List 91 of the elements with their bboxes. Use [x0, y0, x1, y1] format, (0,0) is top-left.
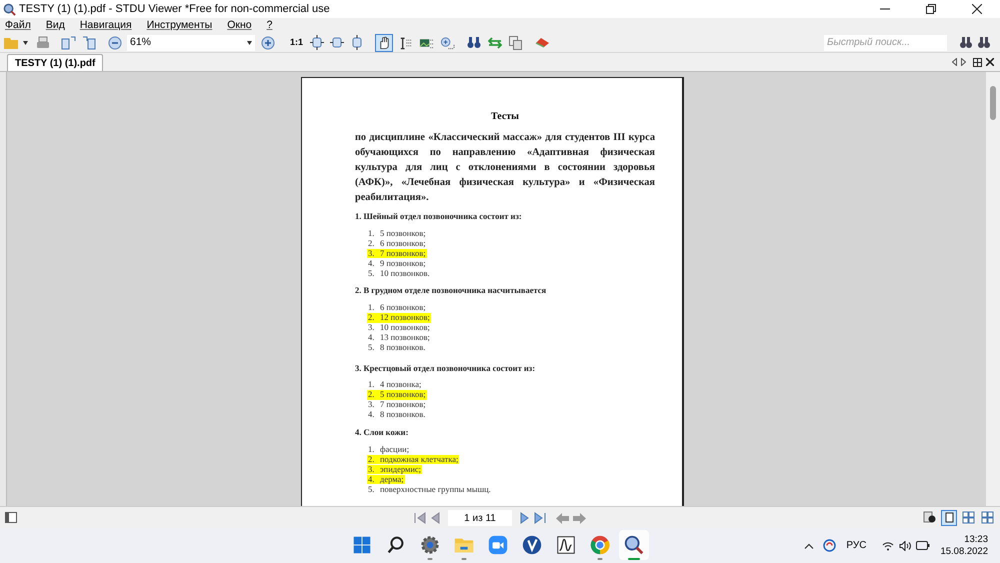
single-page-view-button[interactable]: [941, 510, 957, 526]
gear-icon: [419, 534, 441, 556]
document-intro: по дисциплине «Классический массаж» для студентов III курса обучающихся по направлению «Адаптивная физическая культура для лиц с отклонениями в состоянии здоровья (АФК)», «Лечебная физическая культура» и «Физическая реабилитация».: [355, 131, 655, 205]
caret-icon[interactable]: [23, 40, 28, 44]
page-number-field[interactable]: 1 из 11: [448, 510, 512, 526]
fit-page-icon[interactable]: [310, 35, 324, 50]
binoculars-icon[interactable]: [467, 36, 482, 48]
answer-option: 2. 6 позвонков;: [367, 238, 427, 248]
answer-option: 5. поверхностные группы мышц.: [367, 484, 492, 494]
quick-search-field[interactable]: Быстрый поиск...: [824, 34, 947, 50]
copy-icon[interactable]: [509, 36, 522, 50]
fit-height-icon[interactable]: [350, 35, 364, 50]
fit-width-icon[interactable]: [330, 35, 344, 50]
tab-right-icon[interactable]: [961, 58, 966, 66]
find-next-icon[interactable]: [978, 36, 992, 48]
tile-icon[interactable]: [973, 58, 982, 66]
menu-item[interactable]: Инструменты: [146, 18, 212, 34]
caret-icon: [247, 40, 252, 44]
browser-icon: [589, 534, 611, 556]
document-tab[interactable]: TESTY (1) (1).pdf: [7, 54, 104, 71]
last-page-icon[interactable]: [534, 512, 546, 524]
highlighted-answer: 3. эпидермис;: [367, 464, 422, 474]
close-tab-icon[interactable]: [986, 58, 994, 66]
print-icon[interactable]: [36, 36, 50, 50]
sync-icon[interactable]: [823, 539, 836, 552]
chevron-up-icon[interactable]: [804, 542, 814, 548]
panel-toggle-icon[interactable]: [5, 512, 17, 523]
magnifier-taskbar-button[interactable]: [619, 530, 649, 560]
letter-v-icon: [521, 534, 543, 556]
question-text: 1. Шейный отдел позвоночника состоит из:: [355, 210, 523, 223]
zoom-in-icon[interactable]: [261, 36, 275, 50]
page-icon[interactable]: [61, 36, 76, 50]
language-indicator[interactable]: РУС: [846, 538, 866, 553]
answer-option: 4. 9 позвонков;: [367, 258, 427, 268]
swap-arrows-icon[interactable]: [488, 36, 502, 48]
hand-tool-button[interactable]: [375, 34, 394, 52]
window-title: TESTY (1) (1).pdf - STDU Viewer *Free for non-commercial use: [19, 2, 330, 17]
clock-date[interactable]: 15.08.2022: [940, 546, 988, 558]
clock-time[interactable]: 13:23: [964, 534, 988, 546]
answer-option: 1. фасции;: [367, 444, 410, 454]
page-icon[interactable]: [82, 36, 97, 50]
waveform-chart-icon: [555, 534, 577, 556]
zoom-select-icon: [440, 36, 455, 50]
answer-option: 1. 5 позвонков;: [367, 228, 427, 238]
menu-item[interactable]: Окно: [227, 18, 252, 34]
next-page-icon[interactable]: [520, 512, 530, 524]
menu-item[interactable]: Вид: [46, 18, 65, 34]
previous-page-icon[interactable]: [430, 512, 440, 524]
magnifier-icon: [623, 534, 645, 556]
eraser-icon[interactable]: [535, 37, 550, 48]
answer-option: 3. 10 позвонков;: [367, 323, 431, 332]
battery-icon[interactable]: [916, 541, 930, 550]
video-camera-icon: [487, 534, 509, 556]
highlighted-answer: 2. подкожная клетчатка;: [367, 454, 460, 464]
answer-option: 5. 10 позвонков.: [367, 268, 431, 278]
restore-icon: [926, 4, 936, 14]
tab-left-icon[interactable]: [952, 58, 957, 66]
menu-item[interactable]: Навигация: [80, 18, 132, 34]
multi-page-view-button[interactable]: [979, 510, 995, 526]
answer-option: 1. 4 позвонка;: [367, 380, 422, 390]
close-icon: [972, 4, 982, 14]
menu-item[interactable]: ?: [266, 18, 272, 34]
four-pages-icon: [980, 511, 994, 524]
app-icon: [3, 2, 16, 16]
actual-size-button[interactable]: 1:1: [290, 36, 304, 50]
question-text: 2. В грудном отделе позвоночника насчитывается: [355, 284, 548, 297]
highlighted-answer: 2. 12 позвонков;: [367, 313, 431, 322]
menu-item[interactable]: Файл: [5, 18, 31, 34]
zoom-out-icon[interactable]: [108, 36, 122, 50]
question-text: 3. Крестцовый отдел позвоночника состоит из:: [355, 362, 536, 374]
answer-option: 1. 6 позвонков;: [367, 303, 427, 312]
answer-option: 4. 8 позвонков.: [367, 410, 426, 420]
highlighted-answer: 4. дерма;: [367, 474, 405, 484]
wifi-icon[interactable]: [882, 540, 894, 550]
answer-option: 3. 7 позвонков;: [367, 400, 427, 410]
multi-page-view-button[interactable]: [960, 510, 976, 526]
first-page-icon[interactable]: [414, 512, 426, 524]
answer-option: 5. 8 позвонков.: [367, 343, 426, 352]
four-pages-icon: [962, 511, 974, 524]
find-previous-icon[interactable]: [958, 36, 972, 48]
volume-icon[interactable]: [899, 540, 912, 550]
question-text: 4. Слои кожи:: [355, 426, 410, 438]
document-title: Тесты: [490, 110, 520, 124]
windows-start-icon: [351, 534, 373, 556]
single-page-icon: [942, 511, 956, 524]
answer-option: 4. 13 позвонков;: [367, 333, 431, 342]
zoom-combobox[interactable]: 61%: [127, 34, 255, 50]
highlighted-answer: 2. 5 позвонков;: [367, 390, 427, 400]
highlighted-answer: 3. 7 позвонков;: [367, 248, 427, 258]
scrollbar[interactable]: [986, 72, 1000, 506]
bug-icon[interactable]: [923, 511, 936, 524]
